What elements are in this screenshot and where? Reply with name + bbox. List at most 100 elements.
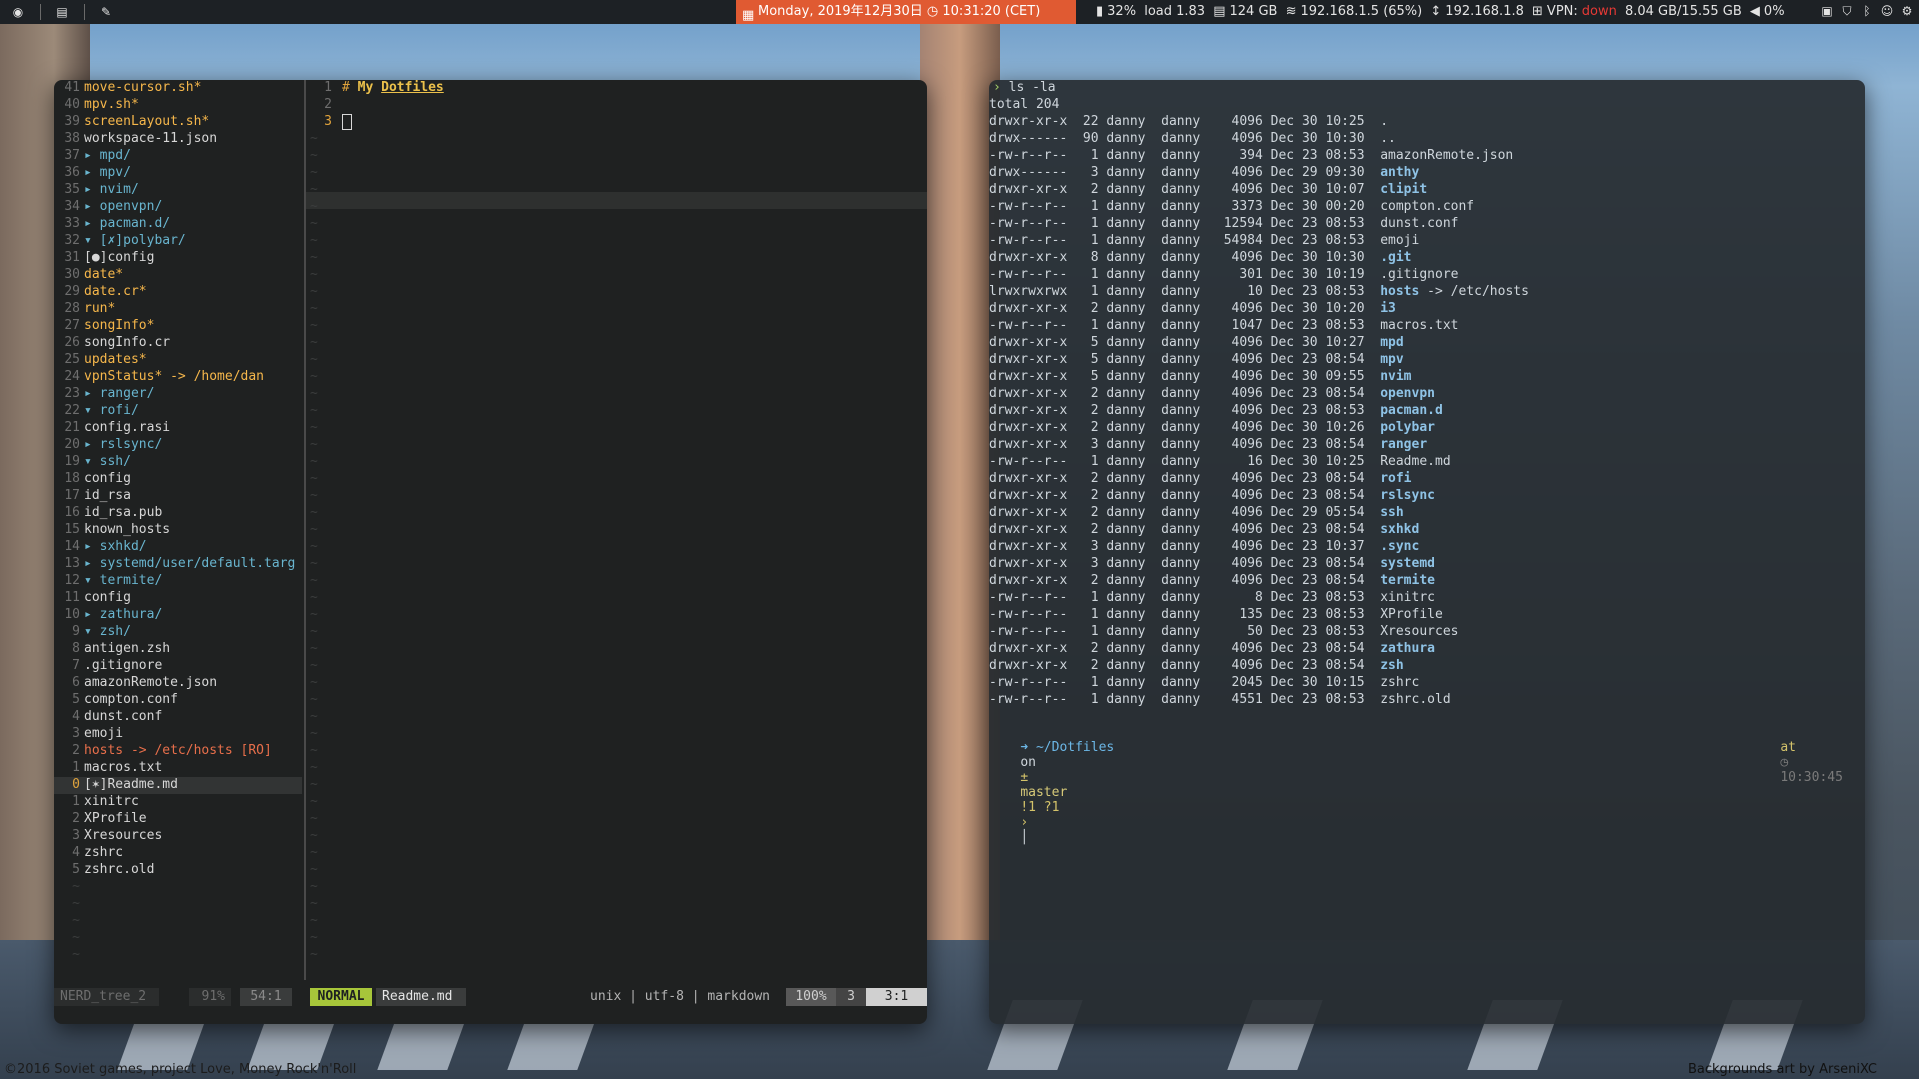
folder-closed-icon[interactable]: ▸ bbox=[84, 539, 100, 554]
tree-folder[interactable]: ▾ zsh/ bbox=[84, 624, 302, 639]
settings-icon[interactable]: ⚙ bbox=[1900, 4, 1914, 18]
folder-closed-icon[interactable]: ▸ bbox=[84, 386, 100, 401]
folder-closed-icon[interactable]: ▸ bbox=[84, 199, 100, 214]
tree-file[interactable]: workspace-11.json bbox=[84, 131, 302, 146]
tree-folder[interactable]: ▸ mpv/ bbox=[84, 165, 302, 180]
ls-n: 1 bbox=[1090, 216, 1099, 231]
vim-window[interactable]: 41 move-cursor.sh* 40 mpv.sh* 39 screenLay… bbox=[54, 80, 927, 1024]
tree-folder[interactable]: ▾ termite/ bbox=[84, 573, 302, 588]
terminal-window[interactable]: › ls -la total 204 drwxr-xr-x 22 danny dann… bbox=[989, 80, 1865, 1024]
ethernet-text: 192.168.1.8 bbox=[1445, 4, 1524, 19]
folder-open-icon[interactable]: ▾ bbox=[84, 624, 100, 639]
time-text: 10:31:20 (CET) bbox=[942, 4, 1041, 19]
tree-file[interactable]: config bbox=[84, 590, 302, 605]
ls-g: danny bbox=[1161, 658, 1201, 673]
tree-file[interactable]: id_rsa bbox=[84, 488, 302, 503]
discord-icon[interactable]: ☺ bbox=[1880, 4, 1894, 18]
editor-line[interactable] bbox=[342, 114, 352, 132]
ls-n: 2 bbox=[1090, 505, 1099, 520]
ls-name: zathura bbox=[1380, 641, 1435, 656]
tree-file[interactable]: xinitrc bbox=[84, 794, 302, 809]
tree-file[interactable]: config bbox=[84, 471, 302, 486]
ls-n: 2 bbox=[1090, 386, 1099, 401]
tree-folder[interactable]: ▸ openvpn/ bbox=[84, 199, 302, 214]
tree-file[interactable]: dunst.conf bbox=[84, 709, 302, 724]
tree-folder[interactable]: ▸ ranger/ bbox=[84, 386, 302, 401]
folder-closed-icon[interactable]: ▸ bbox=[84, 165, 100, 180]
tree-folder[interactable]: ▾ ssh/ bbox=[84, 454, 302, 469]
folder-closed-icon[interactable]: ▸ bbox=[84, 182, 100, 197]
ls-name: emoji bbox=[1380, 233, 1420, 248]
volume-text[interactable]: 0% bbox=[1764, 4, 1785, 19]
firefox-icon[interactable]: ◉ bbox=[10, 4, 26, 20]
folder-closed-icon[interactable]: ▸ bbox=[84, 607, 100, 622]
folder-open-icon[interactable]: ▾ bbox=[84, 454, 100, 469]
document-icon[interactable]: ▤ bbox=[54, 4, 70, 20]
date-module[interactable]: ▦ Monday, 2019年12月30日 ◷ 10:31:20 (CET) bbox=[736, 0, 1076, 24]
ls-size: 4096 bbox=[1231, 505, 1263, 520]
tree-file[interactable]: macros.txt bbox=[84, 760, 302, 775]
ls-size: 4096 bbox=[1231, 437, 1263, 452]
tree-folder[interactable]: ▸ sxhkd/ bbox=[84, 539, 302, 554]
folder-closed-icon[interactable]: ▸ bbox=[84, 556, 100, 571]
tree-file[interactable]: run* bbox=[84, 301, 302, 316]
wrench-icon[interactable]: ✎ bbox=[98, 4, 114, 20]
tree-file[interactable]: XProfile bbox=[84, 811, 302, 826]
ls-date: Dec 23 08:54 bbox=[1270, 641, 1365, 656]
tree-folder[interactable]: ▸ zathura/ bbox=[84, 607, 302, 622]
tree-folder[interactable]: ▸ mpd/ bbox=[84, 148, 302, 163]
tree-file[interactable]: config.rasi bbox=[84, 420, 302, 435]
tree-file[interactable]: screenLayout.sh* bbox=[84, 114, 302, 129]
tree-file[interactable]: hosts -> /etc/hosts [RO] bbox=[84, 743, 302, 758]
tree-file[interactable]: .gitignore bbox=[84, 658, 302, 673]
ls-link-target: -> /etc/hosts bbox=[1427, 284, 1529, 299]
folder-closed-icon[interactable]: ▸ bbox=[84, 216, 100, 231]
window-icon[interactable]: ▣ bbox=[1820, 4, 1834, 18]
folder-closed-icon[interactable]: ▸ bbox=[84, 437, 100, 452]
tree-file[interactable]: emoji bbox=[84, 726, 302, 741]
ls-g: danny bbox=[1161, 267, 1201, 282]
folder-open-icon[interactable]: ▾ bbox=[84, 403, 100, 418]
volume-icon[interactable]: ◀ bbox=[1750, 4, 1760, 19]
tree-file[interactable]: amazonRemote.json bbox=[84, 675, 302, 690]
shield-icon[interactable]: ⛉ bbox=[1840, 4, 1854, 18]
bluetooth-icon[interactable]: ᛒ bbox=[1860, 4, 1874, 18]
folder-open-icon[interactable]: ▾ bbox=[84, 233, 100, 248]
tree-file[interactable]: mpv.sh* bbox=[84, 97, 302, 112]
editor-pane[interactable]: 1 # My Dotfiles 2 3 ~ ~ ~ ~ ~ ~ ~ ~ ~ ~ ~ ~ ~ ~ ~ ~ ~ ~ ~ ~ ~ ~ ~ ~… bbox=[306, 80, 927, 980]
tree-folder[interactable]: ▸ pacman.d/ bbox=[84, 216, 302, 231]
folder-open-icon[interactable]: ▾ bbox=[84, 573, 100, 588]
tree-folder[interactable]: ▸ nvim/ bbox=[84, 182, 302, 197]
tree-file[interactable]: songInfo.cr bbox=[84, 335, 302, 350]
tree-file[interactable]: Xresources bbox=[84, 828, 302, 843]
tree-file[interactable]: [✶]Readme.md bbox=[84, 777, 302, 792]
tree-file[interactable]: antigen.zsh bbox=[84, 641, 302, 656]
ls-date: Dec 29 09:30 bbox=[1270, 165, 1365, 180]
tree-file[interactable]: songInfo* bbox=[84, 318, 302, 333]
tree-file[interactable]: vpnStatus* -> /home/dan bbox=[84, 369, 302, 384]
tree-entry-label: pacman.d/ bbox=[99, 216, 171, 231]
tree-file[interactable]: [●]config bbox=[84, 250, 302, 265]
folder-closed-icon[interactable]: ▸ bbox=[84, 148, 100, 163]
tree-line-number: 17 bbox=[64, 488, 80, 503]
tree-folder[interactable]: ▸ systemd/user/default.targ bbox=[84, 556, 302, 571]
tree-file[interactable]: move-cursor.sh* bbox=[84, 80, 302, 95]
tree-file[interactable]: compton.conf bbox=[84, 692, 302, 707]
tree-folder[interactable]: ▾ [✗]polybar/ bbox=[84, 233, 302, 248]
nerdtree-pane[interactable]: 41 move-cursor.sh* 40 mpv.sh* 39 screenLay… bbox=[54, 80, 304, 980]
tree-file[interactable]: id_rsa.pub bbox=[84, 505, 302, 520]
tree-entry-label: antigen.zsh bbox=[84, 641, 171, 656]
tree-folder[interactable]: ▸ rslsync/ bbox=[84, 437, 302, 452]
tree-file[interactable]: date.cr* bbox=[84, 284, 302, 299]
tree-file[interactable]: date* bbox=[84, 267, 302, 282]
tree-file[interactable]: known_hosts bbox=[84, 522, 302, 537]
tree-file[interactable]: zshrc.old bbox=[84, 862, 302, 877]
editor-line[interactable]: # My Dotfiles bbox=[342, 80, 444, 95]
terminal-cursor[interactable]: │ bbox=[1020, 830, 1028, 845]
prompt-line[interactable]: ➜ ~/Dotfiles on ± master !1 ?1 › │ bbox=[989, 725, 1114, 860]
tree-folder[interactable]: ▾ rofi/ bbox=[84, 403, 302, 418]
tree-file[interactable]: updates* bbox=[84, 352, 302, 367]
tree-file[interactable]: zshrc bbox=[84, 845, 302, 860]
empty-line-tilde: ~ bbox=[310, 335, 318, 350]
ls-n: 5 bbox=[1090, 369, 1099, 384]
